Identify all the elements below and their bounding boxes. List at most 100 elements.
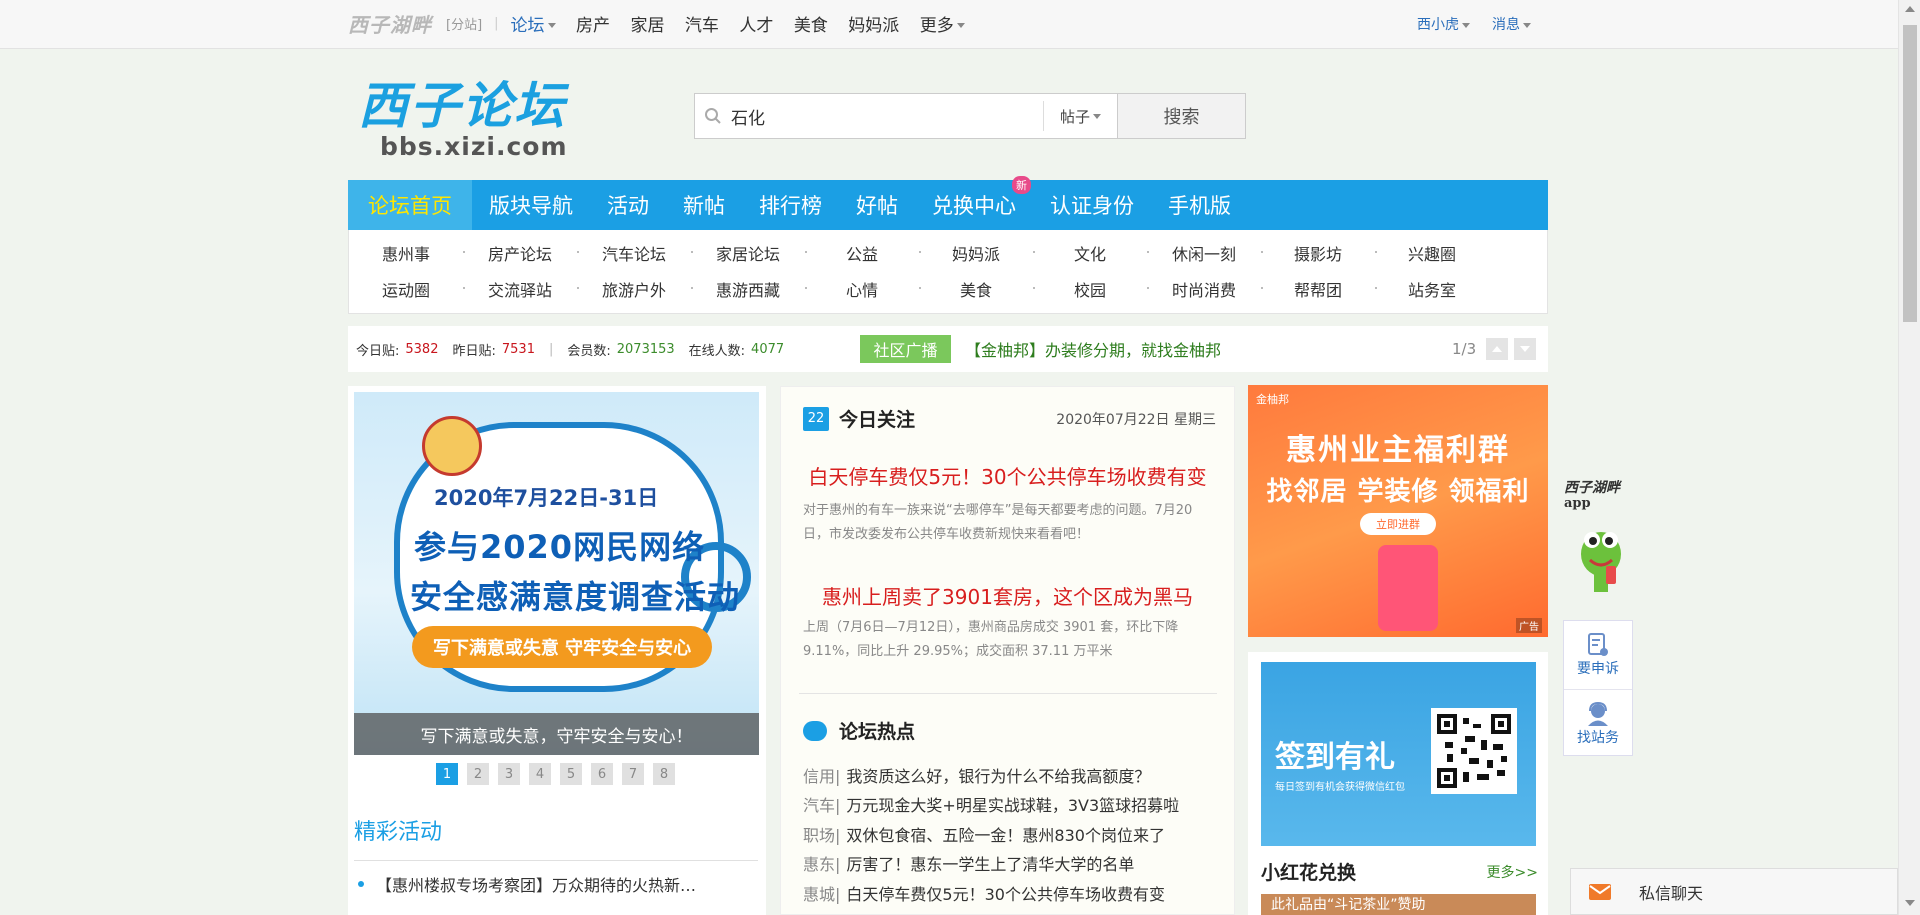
subnav-link[interactable]: 摄影坊 (1261, 241, 1375, 265)
banner-caption[interactable]: 写下满意或失意，守牢安全与安心！ (354, 713, 759, 755)
hot-topic-text[interactable]: 厉害了！惠东一学生上了清华大学的名单 (846, 855, 1134, 874)
subnav-link[interactable]: 美食 (919, 277, 1033, 301)
search-input[interactable] (731, 94, 1043, 138)
top-nav-house[interactable]: 房产 (576, 16, 610, 36)
top-nav-home[interactable]: 家居 (630, 16, 664, 36)
hot-topic-text[interactable]: 万元现金大奖+明星实战球鞋，3V3篮球招募啦 (846, 796, 1179, 815)
section-title-activities: 精彩活动 (354, 820, 443, 845)
carousel-dot[interactable]: 8 (653, 763, 675, 785)
hot-topic-item[interactable]: 信用| 我资质这么好，银行为什么不给我高额度？ (803, 763, 1150, 787)
top-nav-forum[interactable]: 论坛 (511, 16, 556, 36)
subnav-link[interactable]: 文化 (1033, 241, 1147, 265)
hot-topic-category[interactable]: 惠东| (803, 855, 840, 874)
subnav-link[interactable]: 心情 (805, 277, 919, 301)
subnav-link[interactable]: 休闲一刻 (1147, 241, 1261, 265)
activity-link[interactable]: 【惠州楼叔专场考察团】万众期待的火热新… (358, 872, 696, 896)
carousel-dot[interactable]: 3 (498, 763, 520, 785)
subnav-link[interactable]: 妈妈派 (919, 241, 1033, 265)
hot-topic-category[interactable]: 职场| (803, 826, 840, 845)
checkin-title: 签到有礼 (1275, 740, 1395, 775)
carousel-dot[interactable]: 5 (560, 763, 582, 785)
nav-new-posts[interactable]: 新帖 (666, 180, 742, 230)
page-scrollbar[interactable] (1898, 0, 1920, 915)
subnav-link[interactable]: 公益 (805, 241, 919, 265)
subnav-link[interactable]: 交流驿站 (463, 277, 577, 301)
hot-topic-category[interactable]: 惠城| (803, 885, 840, 904)
carousel-dot[interactable]: 7 (622, 763, 644, 785)
more-link[interactable]: 更多>> (1487, 862, 1538, 882)
logo-url: bbs.xizi.com (380, 132, 568, 161)
subnav-link[interactable]: 旅游户外 (577, 277, 691, 301)
headline-link[interactable]: 白天停车费仅5元！30个公共停车场收费有变 (781, 461, 1234, 490)
subnav-link[interactable]: 惠州事 (349, 241, 463, 265)
branch-link[interactable]: [分站] (446, 14, 482, 33)
carousel-dot[interactable]: 6 (591, 763, 613, 785)
left-column: 2020年7月22日-31日 参与2020网民网络 安全感满意度调查活动 写下满… (348, 386, 766, 915)
subnav-link[interactable]: 帮帮团 (1261, 277, 1375, 301)
sponsor-strip[interactable]: 此礼品由“斗记茶业”赞助 (1261, 894, 1536, 915)
hot-topic-item[interactable]: 汽车| 万元现金大奖+明星实战球鞋，3V3篮球招募啦 (803, 792, 1179, 816)
contact-staff-button[interactable]: 找站务 (1564, 689, 1632, 757)
subnav-link[interactable]: 站务室 (1375, 277, 1489, 301)
messages-menu[interactable]: 消息 (1492, 14, 1531, 34)
nav-exchange-center[interactable]: 兑换中心新 (915, 176, 1033, 230)
headline-link[interactable]: 惠州上周卖了3901套房，这个区成为黑马 (781, 581, 1234, 610)
hot-topic-category[interactable]: 信用| (803, 767, 840, 786)
subnav-link[interactable]: 兴趣圈 (1375, 241, 1489, 265)
top-nav-more[interactable]: 更多 (920, 16, 965, 36)
nav-good-posts[interactable]: 好帖 (839, 180, 915, 230)
scrollbar-thumb[interactable] (1903, 25, 1917, 322)
broadcast-next-button[interactable] (1514, 338, 1536, 360)
subnav-link[interactable]: 惠游西藏 (691, 277, 805, 301)
app-promo[interactable]: 西子湖畔 app (1564, 480, 1634, 592)
exchange-section-title: 小红花兑换 (1261, 862, 1357, 884)
nav-activities[interactable]: 活动 (590, 180, 666, 230)
site-logo-small[interactable]: 西子湖畔 (348, 9, 432, 38)
hot-topic-category[interactable]: 汽车| (803, 796, 840, 815)
hot-topic-text[interactable]: 白天停车费仅5元！30个公共停车场收费有变 (846, 885, 1165, 904)
hot-topic-item[interactable]: 职场| 双休包食宿、五险一金！惠州830个岗位来了 (803, 822, 1165, 846)
subnav-link[interactable]: 运动圈 (349, 277, 463, 301)
broadcast-prev-button[interactable] (1486, 338, 1508, 360)
top-nav-car[interactable]: 汽车 (685, 16, 719, 36)
search-button[interactable]: 搜索 (1117, 94, 1245, 138)
checkin-banner[interactable]: 签到有礼 每日签到有机会获得微信红包 (1261, 662, 1536, 846)
banner-slogan: 写下满意或失意 守牢安全与安心 (412, 626, 712, 668)
scroll-down-icon[interactable] (1905, 900, 1915, 906)
frog-mascot-icon (1581, 532, 1621, 592)
user-menu[interactable]: 西小虎 (1417, 14, 1470, 34)
nav-section-guide[interactable]: 版块导航 (472, 180, 590, 230)
subnav-link[interactable]: 家居论坛 (691, 241, 805, 265)
nav-forum-home[interactable]: 论坛首页 (348, 180, 472, 230)
hot-topic-text[interactable]: 双休包食宿、五险一金！惠州830个岗位来了 (846, 826, 1165, 845)
stat-label: 昨日贴: (452, 343, 496, 359)
carousel-banner[interactable]: 2020年7月22日-31日 参与2020网民网络 安全感满意度调查活动 写下满… (354, 392, 759, 755)
top-nav-food[interactable]: 美食 (794, 16, 828, 36)
nav-mobile[interactable]: 手机版 (1151, 180, 1248, 230)
top-nav-mama[interactable]: 妈妈派 (848, 16, 899, 36)
hot-topic-text[interactable]: 我资质这么好，银行为什么不给我高额度？ (846, 767, 1150, 786)
site-logo[interactable]: 西子论坛 bbs.xizi.com (358, 78, 568, 160)
private-chat-bar[interactable]: 私信聊天 (1570, 868, 1898, 915)
search-type-select[interactable]: 帖子 (1043, 101, 1117, 131)
ad-banner[interactable]: 金柚邦 惠州业主福利群 找邻居 学装修 领福利 立即进群 广告 (1248, 385, 1548, 637)
carousel-dot[interactable]: 1 (436, 763, 458, 785)
top-nav-talent[interactable]: 人才 (739, 16, 773, 36)
carousel-dot[interactable]: 4 (529, 763, 551, 785)
nav-rankings[interactable]: 排行榜 (742, 180, 839, 230)
subnav-link[interactable]: 时尚消费 (1147, 277, 1261, 301)
user-area: 西小虎 消息 (1417, 14, 1531, 34)
chevron-down-icon (1523, 22, 1531, 28)
scroll-up-icon[interactable] (1905, 6, 1915, 12)
subnav-link[interactable]: 汽车论坛 (577, 241, 691, 265)
nav-verify[interactable]: 认证身份 (1033, 180, 1151, 230)
ad-join-button[interactable]: 立即进群 (1360, 513, 1436, 535)
logo-cn: 西子论坛 (358, 76, 566, 135)
subnav-link[interactable]: 校园 (1033, 277, 1147, 301)
carousel-dot[interactable]: 2 (467, 763, 489, 785)
appeal-button[interactable]: 要申诉 (1564, 621, 1632, 689)
subnav-link[interactable]: 房产论坛 (463, 241, 577, 265)
hot-topic-item[interactable]: 惠东| 厉害了！惠东一学生上了清华大学的名单 (803, 851, 1134, 875)
hot-topic-item[interactable]: 惠城| 白天停车费仅5元！30个公共停车场收费有变 (803, 881, 1165, 905)
broadcast-link[interactable]: 【金柚邦】办装修分期，就找金柚邦 (965, 337, 1221, 361)
